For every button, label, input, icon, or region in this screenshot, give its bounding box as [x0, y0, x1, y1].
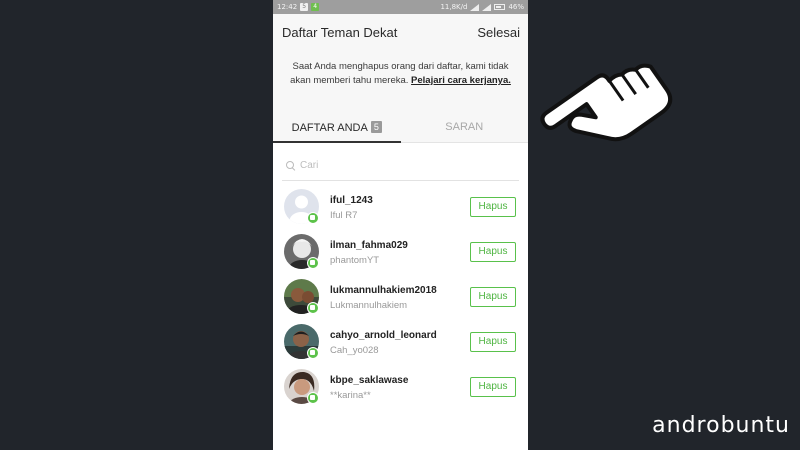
- close-friend-badge-icon: [307, 302, 319, 314]
- friend-username: lukmannulhakiem2018: [330, 285, 437, 296]
- page-title: Daftar Teman Dekat: [282, 25, 398, 40]
- close-friend-badge-icon: [307, 212, 319, 224]
- friend-username: kbpe_saklawase: [330, 375, 409, 386]
- list-item: ilman_fahma029 phantomYT Hapus: [273, 230, 528, 275]
- friend-display-name: phantomYT: [330, 255, 380, 266]
- close-friend-badge-icon: [307, 392, 319, 404]
- search-icon: [286, 160, 296, 171]
- brand-watermark: androbuntu: [652, 413, 790, 438]
- friend-display-name: Cah_yo028: [330, 345, 379, 356]
- learn-more-link[interactable]: Pelajari cara kerjanya.: [411, 75, 511, 86]
- remove-button[interactable]: Hapus: [470, 377, 516, 397]
- pointing-hand-icon: [540, 63, 673, 142]
- tab-your-list-label: DAFTAR ANDA: [291, 122, 368, 134]
- remove-button[interactable]: Hapus: [470, 287, 516, 307]
- remove-button[interactable]: Hapus: [470, 197, 516, 217]
- remove-button[interactable]: Hapus: [470, 242, 516, 262]
- friend-display-name: **karina**: [330, 390, 371, 401]
- friend-display-name: Lukmannulhakiem: [330, 300, 408, 311]
- close-friend-badge-icon: [307, 347, 319, 359]
- remove-button[interactable]: Hapus: [470, 332, 516, 352]
- tab-your-list[interactable]: DAFTAR ANDA 5: [273, 108, 401, 143]
- list-item: kbpe_saklawase **karina** Hapus: [273, 365, 528, 410]
- close-friend-badge-icon: [307, 257, 319, 269]
- search-input[interactable]: [300, 160, 500, 171]
- battery-icon: [494, 4, 506, 10]
- list-item: cahyo_arnold_leonard Cah_yo028 Hapus: [273, 320, 528, 365]
- list-item: iful_1243 Iful R7 Hapus: [273, 185, 528, 230]
- friend-display-name: Iful R7: [330, 210, 358, 221]
- friend-username: cahyo_arnold_leonard: [330, 330, 437, 341]
- notification-badge: 5: [300, 3, 309, 11]
- battery-percent: 46%: [508, 3, 524, 11]
- status-time: 12:42: [277, 3, 298, 11]
- phone-screen: 12:42 5 4 11,8K/d 46% Daftar Teman Dekat…: [273, 0, 528, 450]
- info-text: Saat Anda menghapus orang dari daftar, k…: [273, 52, 528, 108]
- wifi-icon: [482, 3, 492, 11]
- friends-list: iful_1243 Iful R7 Hapus ilman_fahma029 p…: [273, 185, 528, 410]
- friend-username: ilman_fahma029: [330, 240, 408, 251]
- signal-icon: [470, 3, 480, 11]
- tab-count-badge: 5: [370, 121, 382, 133]
- notification-badge-green: 4: [311, 3, 320, 11]
- list-item: lukmannulhakiem2018 Lukmannulhakiem Hapu…: [273, 275, 528, 320]
- tab-suggestions-label: SARAN: [445, 121, 484, 133]
- tab-bar: DAFTAR ANDA 5 SARAN: [273, 108, 528, 143]
- friend-username: iful_1243: [330, 195, 373, 206]
- status-bar: 12:42 5 4 11,8K/d 46%: [273, 0, 528, 14]
- search-bar: [282, 151, 519, 181]
- tab-suggestions[interactable]: SARAN: [401, 108, 529, 142]
- network-speed: 11,8K/d: [440, 3, 468, 11]
- page-header: Daftar Teman Dekat Selesai: [273, 14, 528, 52]
